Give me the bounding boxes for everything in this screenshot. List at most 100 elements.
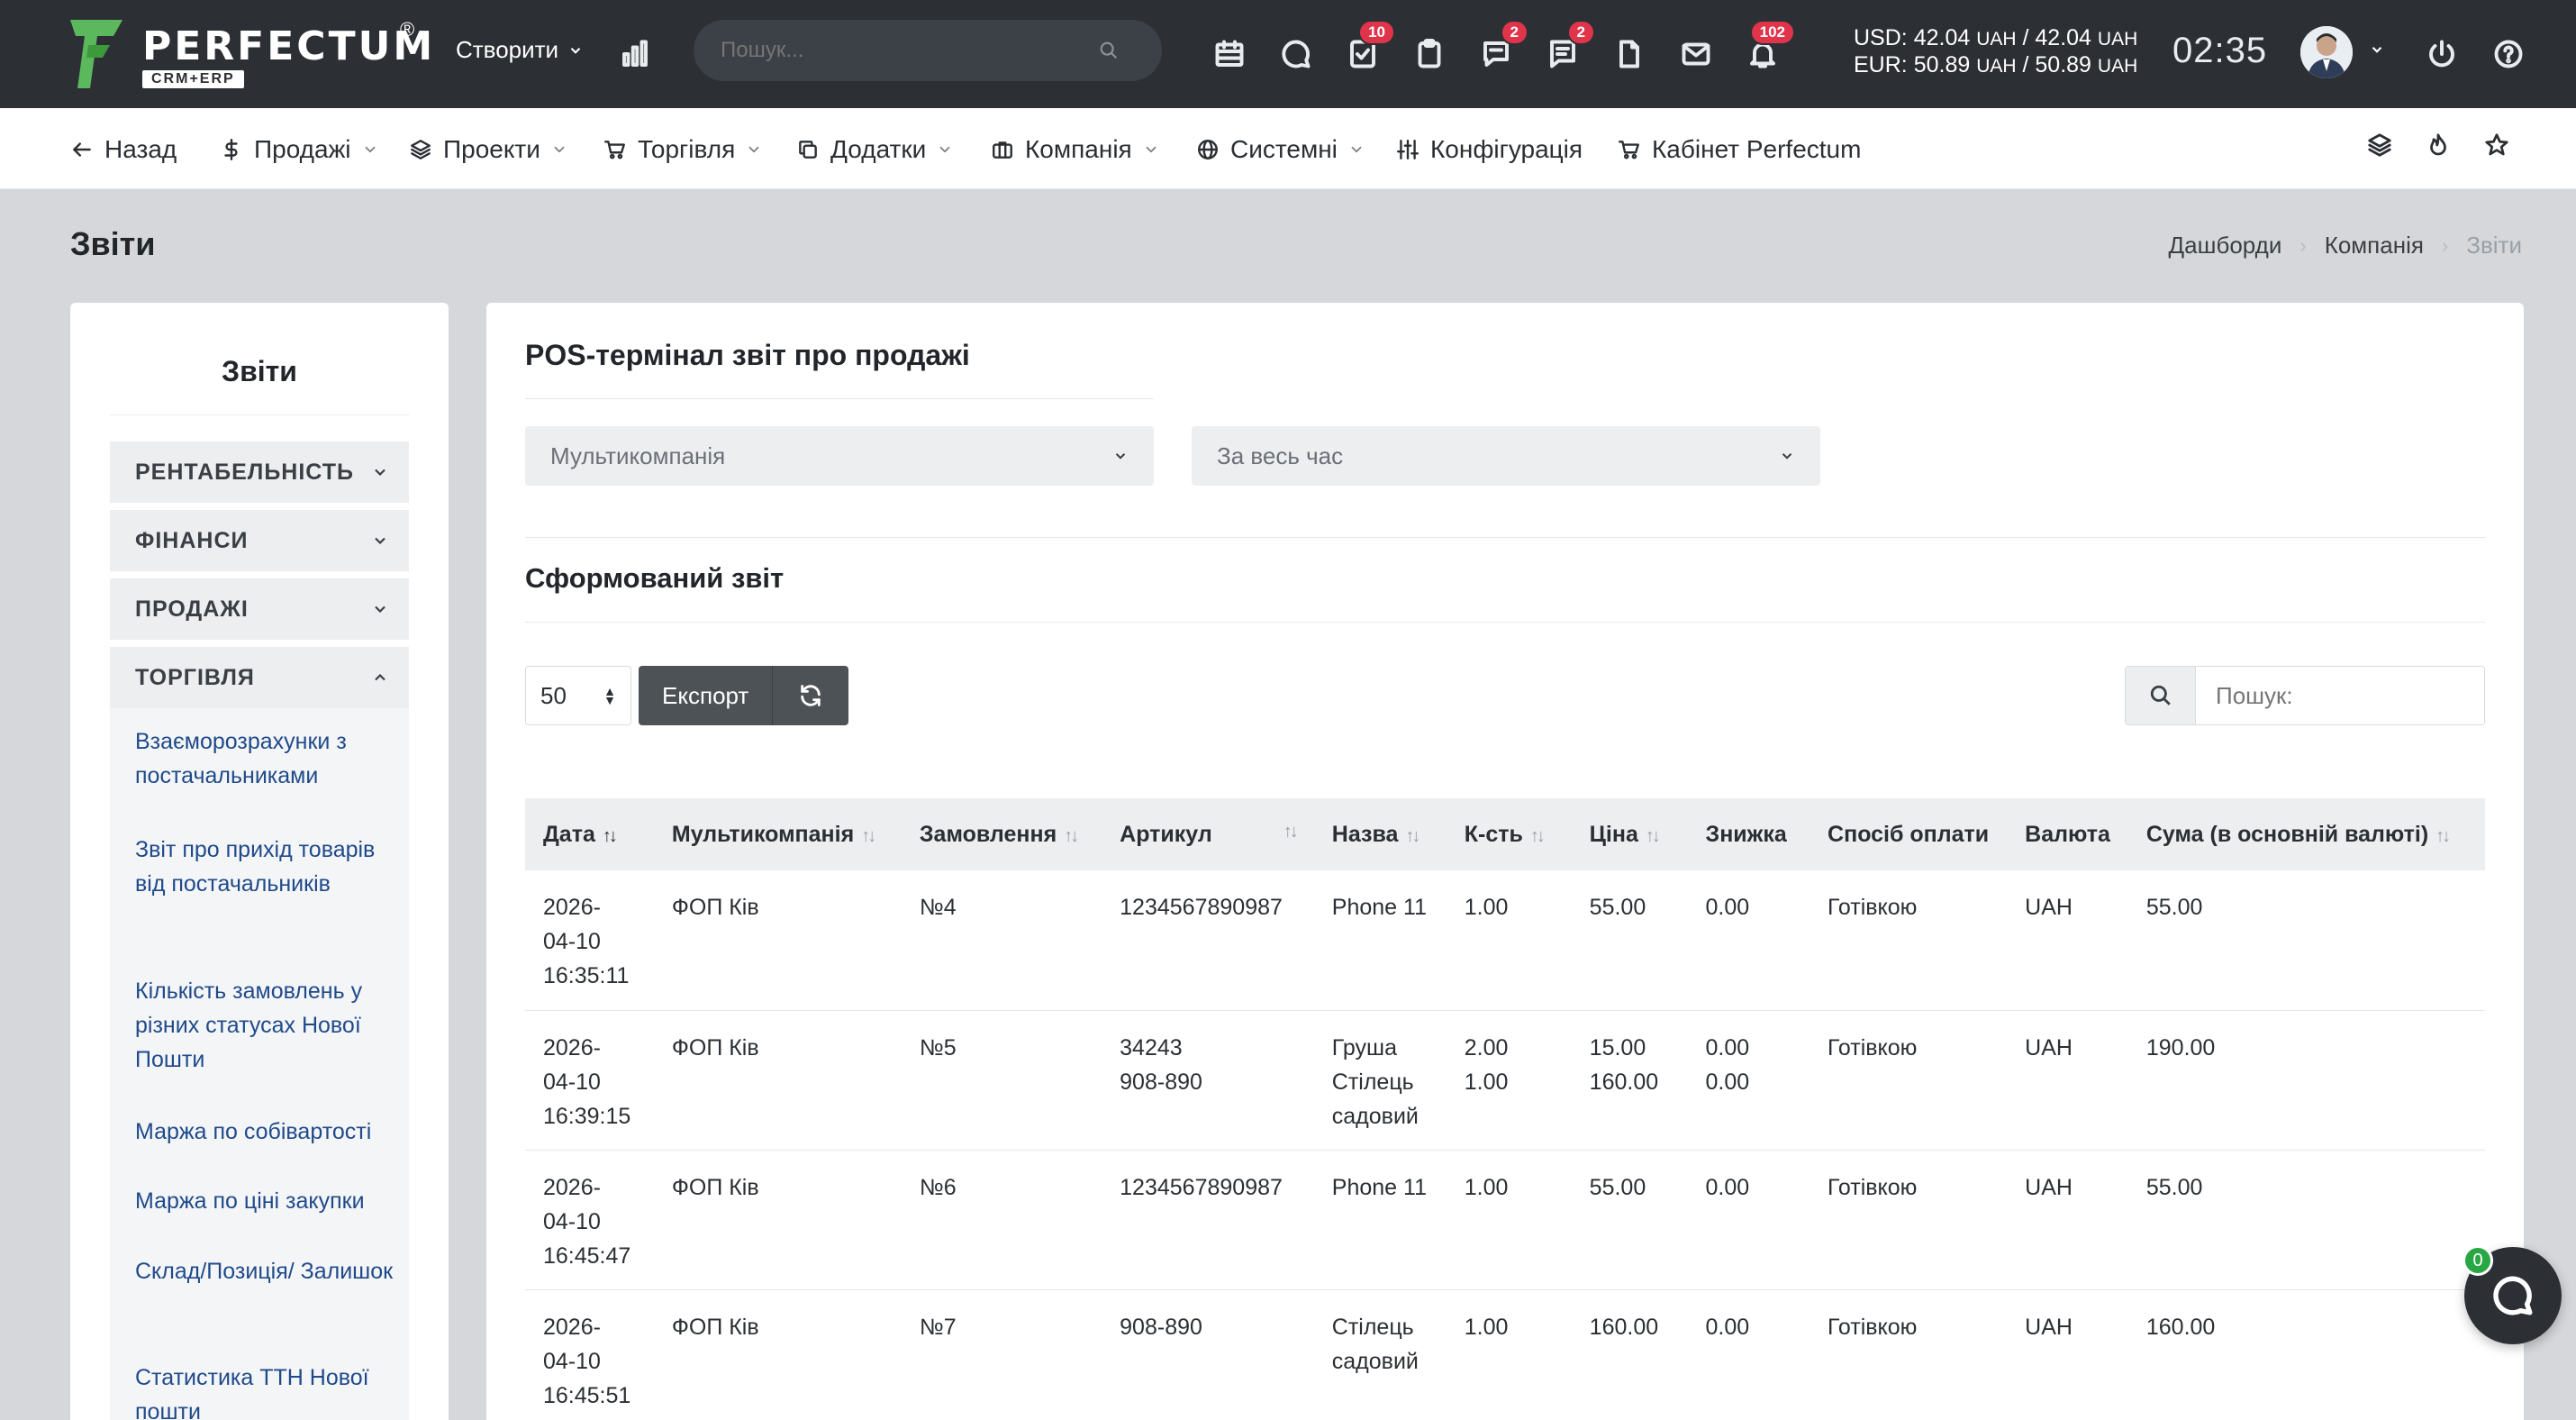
- column-header[interactable]: Сума (в основній валюті) ↑↓: [2127, 798, 2485, 870]
- cell-sum: 55.00: [2127, 870, 2485, 1011]
- chevron-down-icon: [375, 537, 385, 545]
- nav-trade[interactable]: Торгівля: [603, 132, 762, 168]
- breadcrumb-dashboards[interactable]: Дашборди: [2169, 232, 2282, 259]
- calendar-icon[interactable]: [1208, 32, 1251, 76]
- search-icon: [1100, 41, 1118, 59]
- bell-icon[interactable]: 102: [1741, 20, 1795, 76]
- create-label: Створити: [456, 36, 559, 63]
- breadcrumb-reports: Звіти: [2466, 232, 2522, 259]
- column-header[interactable]: Мультикомпанія ↑↓: [653, 798, 902, 870]
- column-header[interactable]: Замовлення ↑↓: [901, 798, 1102, 870]
- table-row[interactable]: 2026- 04-10 16:35:11 ФОП Ків №4 12345678909…: [525, 870, 2485, 1011]
- search-icon: [2126, 667, 2196, 724]
- sort-icon: ↑↓: [1529, 825, 1546, 846]
- sidebar-section-profitability[interactable]: РЕНТАБЕЛЬНІСТЬ: [110, 441, 409, 503]
- sidebar-link[interactable]: Звіт про прихід товарів від постачальник…: [135, 833, 396, 901]
- sidebar-link[interactable]: Маржа по ціні закупки: [135, 1184, 396, 1218]
- power-icon[interactable]: [2420, 32, 2463, 76]
- eur-rate: EUR: 50.89 UAH / 50.89 UAH: [1854, 52, 2138, 77]
- create-menu[interactable]: Створити: [456, 36, 584, 64]
- nav-sales-label: Продажі: [254, 135, 351, 163]
- table-row[interactable]: 2026- 04-10 16:39:15 ФОП Ків №5 34243 908-8…: [525, 1010, 2485, 1151]
- cell-currency: UAH: [2007, 1010, 2128, 1151]
- company-filter-select[interactable]: Мультикомпанія: [525, 426, 1154, 486]
- brand-registered: ®: [400, 18, 415, 41]
- sidebar-section-trade[interactable]: ТОРГІВЛЯ: [110, 647, 409, 708]
- tasks-icon[interactable]: 10: [1341, 20, 1395, 76]
- cell-qty: 1.00: [1446, 1150, 1572, 1290]
- refresh-button[interactable]: [772, 666, 849, 725]
- report-title: POS-термінал звіт про продажі: [525, 339, 970, 371]
- chevron-down-icon: [748, 146, 759, 153]
- cart-icon: [603, 141, 625, 159]
- sort-icon: ↑↓: [1405, 825, 1420, 846]
- table-search-input[interactable]: [2196, 667, 2484, 724]
- page-size-value: 50: [540, 681, 567, 709]
- comments-icon[interactable]: 2: [1474, 20, 1528, 76]
- messages-icon[interactable]: 2: [1541, 20, 1595, 76]
- sidebar-section-sales[interactable]: ПРОДАЖІ: [110, 578, 409, 640]
- logo[interactable]: PERFECTUM ® CRM+ERP: [70, 18, 432, 92]
- sidebar-link[interactable]: Статистика ТТН Нової пошти: [135, 1361, 396, 1420]
- sidebar-link[interactable]: Склад/Позиція/ Залишок: [135, 1254, 396, 1288]
- sort-icon: ↑↓: [2435, 825, 2451, 846]
- chat-icon[interactable]: [1274, 32, 1318, 76]
- avatar[interactable]: [2300, 26, 2353, 78]
- generated-report-title: Сформований звіт: [525, 562, 785, 594]
- column-header[interactable]: Ціна ↑↓: [1571, 798, 1688, 870]
- cell-qty: 1.00: [1446, 870, 1572, 1011]
- column-header[interactable]: Дата ↑↓: [525, 798, 654, 870]
- column-header[interactable]: Назва ↑↓: [1313, 798, 1447, 870]
- period-filter-select[interactable]: За весь час: [1192, 426, 1820, 486]
- global-search-input[interactable]: [721, 38, 1099, 63]
- chat-count-badge: 0: [2463, 1245, 2493, 1276]
- star-icon[interactable]: [2483, 132, 2510, 163]
- sidebar-link[interactable]: Кількість замовлень у різних статусах Но…: [135, 974, 396, 1077]
- fire-icon[interactable]: [2425, 132, 2452, 163]
- global-search[interactable]: [694, 20, 1162, 81]
- nav-sales[interactable]: Продажі: [220, 132, 378, 168]
- chevron-down-icon: [375, 469, 385, 477]
- sidebar-title: Звіти: [222, 355, 297, 387]
- chevron-down-icon: [1351, 146, 1362, 153]
- nav-projects[interactable]: Проекти: [409, 132, 567, 168]
- cell-name: Phone 11: [1313, 870, 1447, 1011]
- cell-date: 2026- 04-10 16:45:51: [525, 1289, 654, 1420]
- nav-back[interactable]: Назад: [70, 132, 177, 168]
- sort-icon: ↑↓: [861, 825, 876, 846]
- comments-badge: 2: [1500, 20, 1528, 45]
- chat-widget-button[interactable]: 0: [2463, 1245, 2562, 1344]
- cell-company: ФОП Ків: [653, 1150, 902, 1290]
- breadcrumb: Дашборди › Компанія › Звіти: [2169, 232, 2522, 259]
- cell-sum: 55.00: [2127, 1150, 2485, 1290]
- sidebar-link[interactable]: Взаєморозрахунки з постачальниками: [135, 724, 396, 793]
- layers-icon: [411, 140, 431, 159]
- nav-system[interactable]: Системні: [1196, 132, 1365, 168]
- document-icon[interactable]: [1608, 32, 1651, 76]
- page-title: Звіти: [70, 225, 156, 262]
- stats-icon[interactable]: [613, 32, 657, 76]
- cell-price: 55.00: [1571, 1150, 1688, 1290]
- nav-company[interactable]: Компанія: [991, 132, 1159, 168]
- export-group: Експорт: [639, 666, 849, 725]
- sidebar-section-finance[interactable]: ФІНАНСИ: [110, 510, 409, 571]
- table-row[interactable]: 2026- 04-10 16:45:51 ФОП Ків №7 908-890 Стіл…: [525, 1289, 2485, 1420]
- nav-configuration[interactable]: Конфігурація: [1396, 132, 1583, 168]
- help-icon[interactable]: [2487, 32, 2530, 76]
- table-row[interactable]: 2026- 04-10 16:45:47 ФОП Ків №6 12345678909…: [525, 1150, 2485, 1290]
- export-button[interactable]: Експорт: [639, 666, 773, 725]
- refresh-icon: [801, 685, 821, 706]
- layers-icon[interactable]: [2366, 132, 2393, 163]
- mail-icon[interactable]: [1674, 32, 1718, 76]
- page-size-select[interactable]: 50 ▲ ▼: [525, 666, 631, 725]
- nav-perfectum-cabinet[interactable]: Кабінет Perfectum: [1618, 132, 1861, 168]
- clipboard-icon[interactable]: [1408, 32, 1451, 76]
- breadcrumb-company[interactable]: Компанія: [2325, 232, 2424, 259]
- sidebar-link[interactable]: Маржа по собівартості: [135, 1115, 396, 1149]
- cell-sum: 190.00: [2127, 1010, 2485, 1151]
- chevron-down-icon[interactable]: [2369, 41, 2385, 58]
- nav-addons[interactable]: Додатки: [796, 132, 953, 168]
- cell-sku: 34243 908-890: [1102, 1010, 1314, 1151]
- column-header[interactable]: Артикул ↑↓: [1102, 798, 1314, 870]
- column-header[interactable]: К-сть ↑↓: [1446, 798, 1572, 870]
